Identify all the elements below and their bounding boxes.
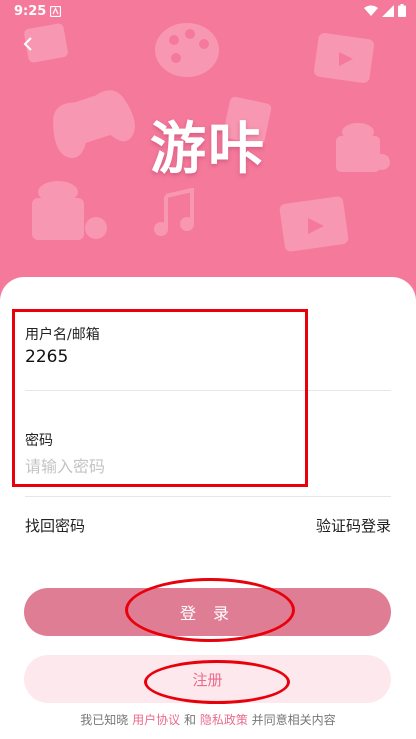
privacy-policy-link[interactable]: 隐私政策 xyxy=(200,713,248,727)
agreement-suffix: 并同意相关内容 xyxy=(251,713,336,727)
battery-icon xyxy=(398,4,406,17)
username-label: 用户名/邮箱 xyxy=(25,327,100,343)
video-icon xyxy=(279,196,349,252)
signal-icon xyxy=(382,4,394,17)
chevron-left-icon xyxy=(23,37,32,51)
palette-icon xyxy=(155,23,219,77)
username-divider xyxy=(25,390,391,391)
gift-icon xyxy=(32,181,107,240)
register-button[interactable]: 注册 xyxy=(24,655,391,703)
password-field[interactable]: 请输入密码 xyxy=(25,453,105,477)
status-time: 9:25 xyxy=(14,4,47,19)
wifi-icon xyxy=(364,5,378,16)
back-button[interactable] xyxy=(14,30,42,58)
forgot-password-link[interactable]: 找回密码 xyxy=(25,515,85,536)
app-title: 游咔 xyxy=(150,117,266,182)
password-divider xyxy=(25,496,391,497)
user-agreement-link[interactable]: 用户协议 xyxy=(132,713,180,727)
status-icons xyxy=(364,4,406,17)
username-field[interactable]: 2265 xyxy=(25,347,68,367)
header-banner: 9:25 游咔 xyxy=(0,0,416,300)
video-icon xyxy=(313,33,375,83)
password-label: 密码 xyxy=(25,433,53,449)
notification-icon xyxy=(50,6,61,17)
agreement-prefix: 我已知晓 xyxy=(80,713,129,727)
agreement-and: 和 xyxy=(183,713,196,727)
login-button[interactable]: 登 录 xyxy=(24,588,391,636)
music-note-icon xyxy=(154,188,194,236)
agreement-text: 我已知晓 用户协议 和 隐私政策 并同意相关内容 xyxy=(0,711,416,728)
code-login-link[interactable]: 验证码登录 xyxy=(316,515,391,536)
status-bar: 9:25 xyxy=(0,0,416,24)
